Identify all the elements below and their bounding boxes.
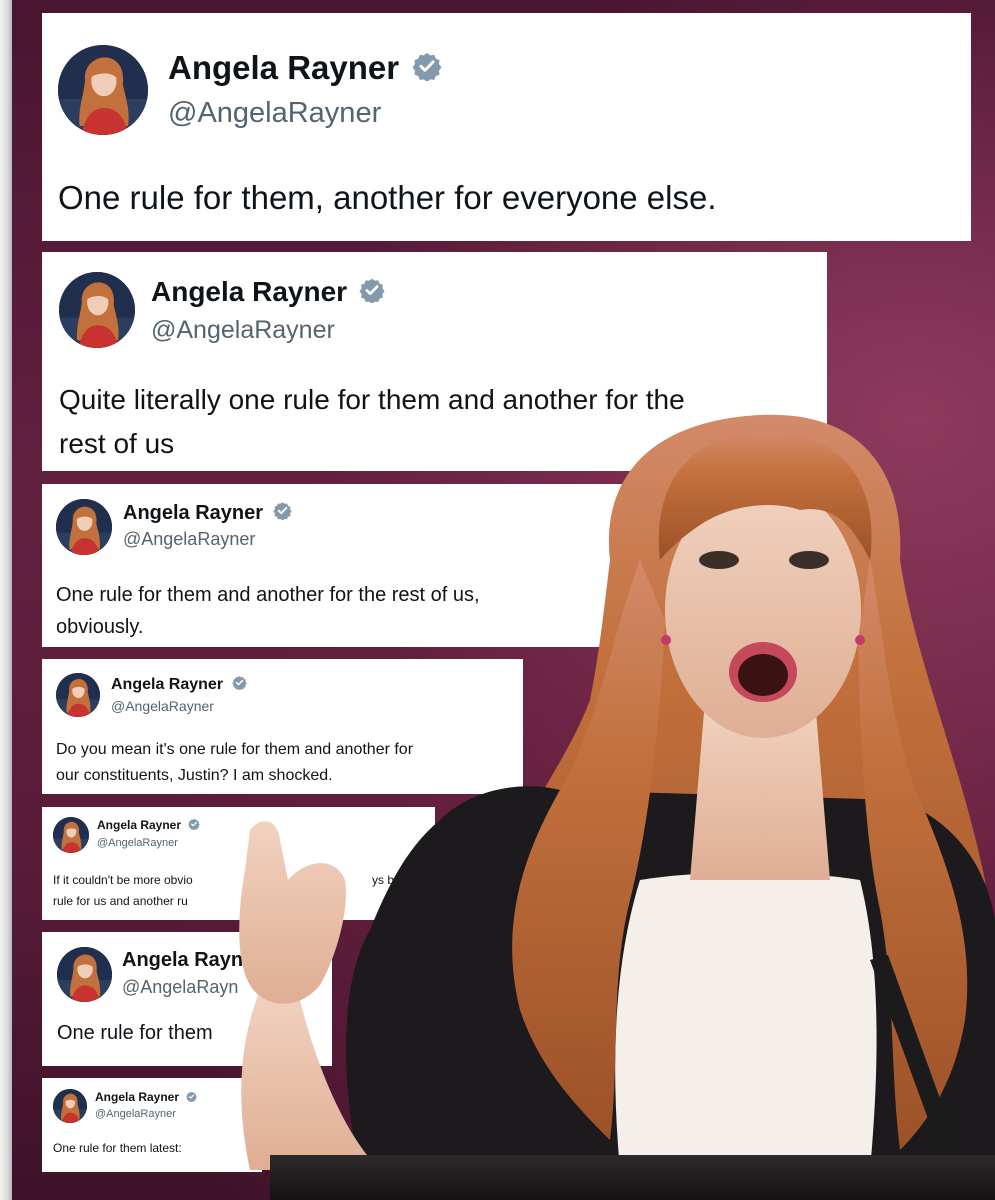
mouth-inner (738, 654, 788, 696)
tweet-author-name: Angela Rayner (168, 49, 442, 89)
tweet-card-4: Angela Rayner @AngelaRayner Do you mean … (42, 659, 523, 794)
verified-badge-icon (188, 818, 201, 833)
avatar-portrait (53, 817, 89, 853)
tweet-text-line: One rule for them latest: (53, 1141, 182, 1155)
avatar (56, 673, 100, 717)
avatar-portrait (59, 272, 135, 348)
tweet-text-line: our constituents, Justin? I am shocked. (56, 767, 333, 784)
tweet-author-name: Angela Rayner (123, 501, 292, 526)
tweet-card-3: Angela Rayner @AngelaRayner One rule for… (42, 484, 626, 647)
tweet-text-line: rule for us and another ru (53, 894, 188, 908)
tweet-text: Quite literally one rule for them and an… (59, 378, 685, 466)
hair-right (858, 560, 968, 1150)
tweet-author-name: Angela Rayner (111, 675, 247, 695)
author-name-text: Angela Rayner (95, 1090, 180, 1104)
tweet-text-line: One rule for them (57, 1022, 213, 1044)
tweet-author-name: Angela Rayner (151, 276, 385, 310)
author-name-text: Angela Rayner (168, 49, 400, 86)
author-name-text: Angela Rayn (122, 949, 244, 971)
tweet-text-line: Do you mean it's one rule for them and a… (56, 741, 414, 758)
tweet-text: Do you mean it's one rule for them and a… (56, 737, 413, 789)
avatar (58, 45, 148, 135)
tweet-card-2: Angela Rayner @AngelaRayner Quite litera… (42, 252, 827, 471)
tweet-text-line: One rule for them and another for the re… (56, 584, 480, 606)
avatar-portrait (58, 45, 148, 135)
podium (270, 1155, 995, 1200)
eye-right (789, 551, 829, 569)
avatar (57, 947, 112, 1002)
tweet-text-line: obviously. (56, 616, 144, 638)
tweet-author-handle: @AngelaRayner (97, 837, 178, 849)
tweet-card-1: Angela Rayner @AngelaRayner One rule for… (42, 13, 971, 241)
avatar-portrait (56, 673, 100, 717)
author-name-text: Angela Rayner (123, 501, 264, 524)
tweet-text: One rule for them, another for everyone … (58, 179, 717, 217)
tweet-text: One rule for them latest: (53, 1141, 182, 1155)
tweet-author-name: Angela Rayn (122, 949, 243, 972)
tweet-card-7: Angela Rayner @AngelaRayner One rule for… (42, 1078, 262, 1172)
tweet-author-handle: @AngelaRayner (151, 316, 335, 344)
tweet-card-5: Angela Rayner @AngelaRayner If it couldn… (42, 807, 435, 920)
verified-badge-icon (186, 1091, 198, 1105)
tweet-author-name: Angela Rayner (97, 818, 201, 833)
avatar-portrait (53, 1089, 87, 1123)
earring-left (661, 635, 671, 645)
tweet-text-line: rest of us (59, 428, 175, 459)
tweet-text-line: One rule for them, another for everyone … (58, 179, 717, 216)
verified-badge-icon (272, 501, 292, 526)
left-edge-strip (0, 0, 12, 1200)
microphone (870, 955, 955, 1146)
avatar (53, 817, 89, 853)
collage-background: Angela Rayner @AngelaRayner One rule for… (0, 0, 995, 1200)
verified-badge-icon (231, 675, 247, 695)
eye-left (699, 551, 739, 569)
neck (690, 700, 830, 880)
tweet-author-handle: @AngelaRayner (111, 698, 214, 714)
tweet-text: One rule for them (57, 1022, 213, 1045)
tweet-text-fragment: ys be (372, 873, 401, 887)
tweet-author-handle: @AngelaRayner (123, 529, 256, 549)
face (665, 482, 861, 738)
tweet-text-line: Quite literally one rule for them and an… (59, 384, 685, 415)
author-name-text: Angela Rayner (111, 676, 224, 694)
hair-left (512, 560, 665, 1140)
tweet-card-6: Angela Rayn @AngelaRayn One rule for the… (42, 932, 332, 1066)
author-name-text: Angela Rayner (97, 818, 182, 832)
author-name-text: Angela Rayner (151, 276, 348, 307)
tweet-text: One rule for them and another for the re… (56, 579, 480, 643)
avatar-portrait (56, 499, 112, 555)
dress-white (615, 872, 877, 1170)
earring-right (855, 635, 865, 645)
tweet-author-handle: @AngelaRayn (122, 977, 239, 997)
verified-badge-icon (359, 277, 385, 310)
avatar (59, 272, 135, 348)
tweet-author-handle: @AngelaRayner (95, 1108, 176, 1120)
tweet-author-handle: @AngelaRayner (168, 97, 382, 129)
tweet-text-line: If it couldn't be more obvio (53, 873, 193, 887)
avatar-portrait (57, 947, 112, 1002)
tweet-text: If it couldn't be more obvio rule for us… (53, 870, 193, 912)
tweet-author-name: Angela Rayner (95, 1090, 198, 1105)
avatar (53, 1089, 87, 1123)
mouth (729, 642, 797, 702)
dress-dark (346, 786, 995, 1170)
avatar (56, 499, 112, 555)
verified-badge-icon (412, 51, 442, 89)
